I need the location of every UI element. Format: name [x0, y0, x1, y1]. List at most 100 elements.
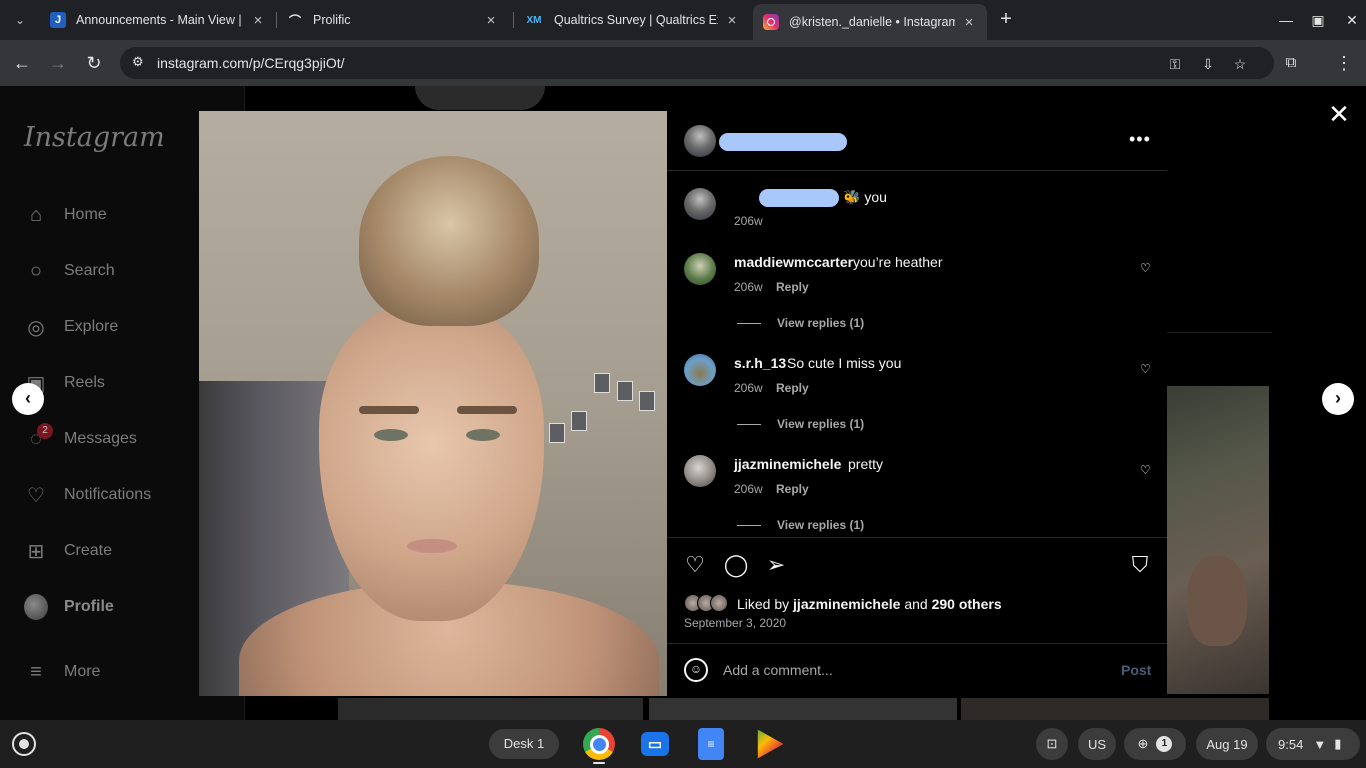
comment-time: 206w	[734, 280, 763, 294]
comment-like-icon[interactable]: ♡	[1140, 362, 1151, 376]
divider	[1167, 332, 1272, 333]
background-post-thumbnail[interactable]	[649, 698, 957, 720]
tab-close-icon[interactable]: ×	[724, 12, 740, 29]
profile-avatar	[24, 594, 48, 620]
sidebar-item-explore[interactable]: ◎ Explore	[24, 312, 118, 342]
caption-avatar[interactable]	[684, 188, 716, 220]
author-avatar[interactable]	[684, 125, 716, 157]
docs-app-icon[interactable]: ≡	[698, 728, 724, 760]
sidebar-item-profile[interactable]: Profile	[24, 592, 114, 622]
view-replies-button[interactable]: View replies (1)	[777, 417, 864, 431]
search-icon: ○	[29, 259, 43, 282]
photo-hanging-picture	[571, 411, 587, 431]
view-replies-button[interactable]: View replies (1)	[777, 316, 864, 330]
liker-avatar	[710, 594, 728, 612]
liked-by-text[interactable]: Liked by jjazminemichele and 290 others	[737, 596, 1002, 612]
sidebar-item-create[interactable]: ⊞ Create	[24, 536, 112, 566]
sidebar-item-search[interactable]: ○ Search	[24, 256, 115, 286]
background-post-thumbnail[interactable]	[961, 698, 1269, 720]
tab-close-icon[interactable]: ×	[961, 14, 977, 31]
photo-hanging-picture	[549, 423, 565, 443]
new-tab-button[interactable]: +	[994, 8, 1018, 32]
tab-announcements[interactable]: J Announcements - Main View | U ×	[40, 4, 276, 36]
post-comment-button[interactable]: Post	[1121, 662, 1151, 678]
share-paper-plane-icon[interactable]: ➢	[763, 552, 789, 578]
instagram-logo[interactable]: Instagram	[24, 122, 165, 153]
photo-hanging-picture	[617, 381, 633, 401]
view-replies-button[interactable]: View replies (1)	[777, 518, 864, 532]
background-post-thumbnail[interactable]	[338, 698, 643, 720]
commenter-avatar[interactable]	[684, 354, 716, 386]
post-header: •••	[667, 111, 1167, 171]
liked-by-user[interactable]: jjazminemichele	[793, 596, 900, 612]
tab-close-icon[interactable]: ×	[483, 12, 499, 29]
post-actions: ♡ ◯ ➢ ⛉ Liked by jjazminemichele and 290…	[667, 537, 1167, 643]
minimize-button[interactable]: —	[1273, 8, 1299, 32]
previous-post-button[interactable]: ‹	[12, 383, 44, 415]
bookmark-star-icon[interactable]: ☆	[1230, 54, 1250, 74]
url-text[interactable]: instagram.com/p/CErqg3pjiOt/	[157, 55, 345, 71]
reply-button[interactable]: Reply	[776, 280, 809, 294]
tab-close-icon[interactable]: ×	[250, 12, 266, 29]
reply-button[interactable]: Reply	[776, 482, 809, 496]
sidebar-item-label: Reels	[64, 374, 105, 391]
post-date[interactable]: September 3, 2020	[684, 616, 786, 630]
maximize-button[interactable]: ▣	[1305, 8, 1331, 32]
prolific-icon: ⌒	[288, 13, 301, 28]
background-post-thumbnail[interactable]	[1167, 386, 1269, 694]
date-tray[interactable]: Aug 19	[1196, 728, 1258, 760]
comment-username[interactable]: maddiewmccarter	[734, 254, 853, 270]
site-info-icon[interactable]: ⚙	[132, 54, 150, 72]
sidebar-item-more[interactable]: ≡ More	[24, 657, 100, 687]
more-options-icon[interactable]: •••	[1129, 129, 1151, 150]
comment-bubble-icon[interactable]: ◯	[723, 552, 749, 578]
add-comment-bar: ☺ Post	[667, 643, 1167, 696]
back-button[interactable]: ←	[8, 49, 36, 77]
comment-input[interactable]	[723, 660, 1103, 680]
input-method-indicator[interactable]: US	[1078, 728, 1116, 760]
comment-username[interactable]: s.r.h_13	[734, 355, 786, 371]
launcher-button[interactable]	[12, 732, 36, 756]
os-shelf: Desk 1 ▭ ≡ ⊡ US ⊕ 1 Aug 19 9:54 ▼ ▮	[0, 720, 1366, 768]
status-tray[interactable]: 9:54 ▼ ▮	[1266, 728, 1360, 760]
tab-prolific[interactable]: ⌒ Prolific ×	[277, 4, 509, 36]
post-photo[interactable]	[199, 111, 667, 696]
tab-instagram[interactable]: @kristen._danielle • Instagram ×	[753, 4, 987, 40]
tab-search-button[interactable]: ⌄	[6, 8, 34, 32]
browser-menu-icon[interactable]: ⋮	[1330, 49, 1358, 77]
commenter-avatar[interactable]	[684, 253, 716, 285]
liked-others[interactable]: 290 others	[932, 596, 1002, 612]
like-heart-icon[interactable]: ♡	[682, 552, 708, 578]
tab-strip: ⌄ J Announcements - Main View | U × ⌒ Pr…	[0, 0, 1366, 40]
reply-button[interactable]: Reply	[776, 381, 809, 395]
files-app-icon[interactable]: ▭	[641, 732, 669, 756]
tab-qualtrics[interactable]: XM Qualtrics Survey | Qualtrics Exp ×	[514, 4, 750, 36]
qualtrics-icon: XM	[526, 14, 542, 26]
extensions-icon[interactable]: ⧉	[1277, 49, 1305, 77]
chrome-app-icon[interactable]	[583, 728, 615, 760]
address-bar[interactable]: ⚙ instagram.com/p/CErqg3pjiOt/ ⚿ ⇩ ☆	[120, 47, 1274, 79]
close-modal-button[interactable]: ✕	[1326, 101, 1352, 128]
forward-button[interactable]: →	[44, 49, 72, 77]
next-post-button[interactable]: ›	[1322, 383, 1354, 415]
close-window-button[interactable]: ✕	[1339, 8, 1365, 32]
notifications-tray[interactable]: ⊕ 1	[1124, 728, 1186, 760]
sidebar-item-messages[interactable]: ◌ 2 Messages	[24, 423, 137, 454]
password-key-icon[interactable]: ⚿	[1165, 54, 1185, 74]
tab-title: @kristen._danielle • Instagram	[789, 15, 955, 29]
commenter-avatar[interactable]	[684, 455, 716, 487]
screen-capture-icon[interactable]: ⊡	[1036, 728, 1068, 760]
comment-like-icon[interactable]: ♡	[1140, 463, 1151, 477]
reload-button[interactable]: ↻	[80, 49, 108, 77]
emoji-icon[interactable]: ☺	[684, 658, 708, 682]
save-bookmark-icon[interactable]: ⛉	[1127, 552, 1153, 578]
comment-username[interactable]: jjazminemichele	[734, 456, 841, 472]
tab-title: Prolific	[313, 13, 351, 27]
install-app-icon[interactable]: ⇩	[1198, 54, 1218, 74]
sidebar-item-notifications[interactable]: ♡ Notifications	[24, 480, 151, 510]
sidebar-item-home[interactable]: ⌂ Home	[24, 200, 107, 230]
comment-like-icon[interactable]: ♡	[1140, 261, 1151, 275]
desk-switcher[interactable]: Desk 1	[489, 729, 559, 759]
instagram-icon	[763, 14, 779, 30]
play-store-icon[interactable]	[757, 729, 784, 759]
